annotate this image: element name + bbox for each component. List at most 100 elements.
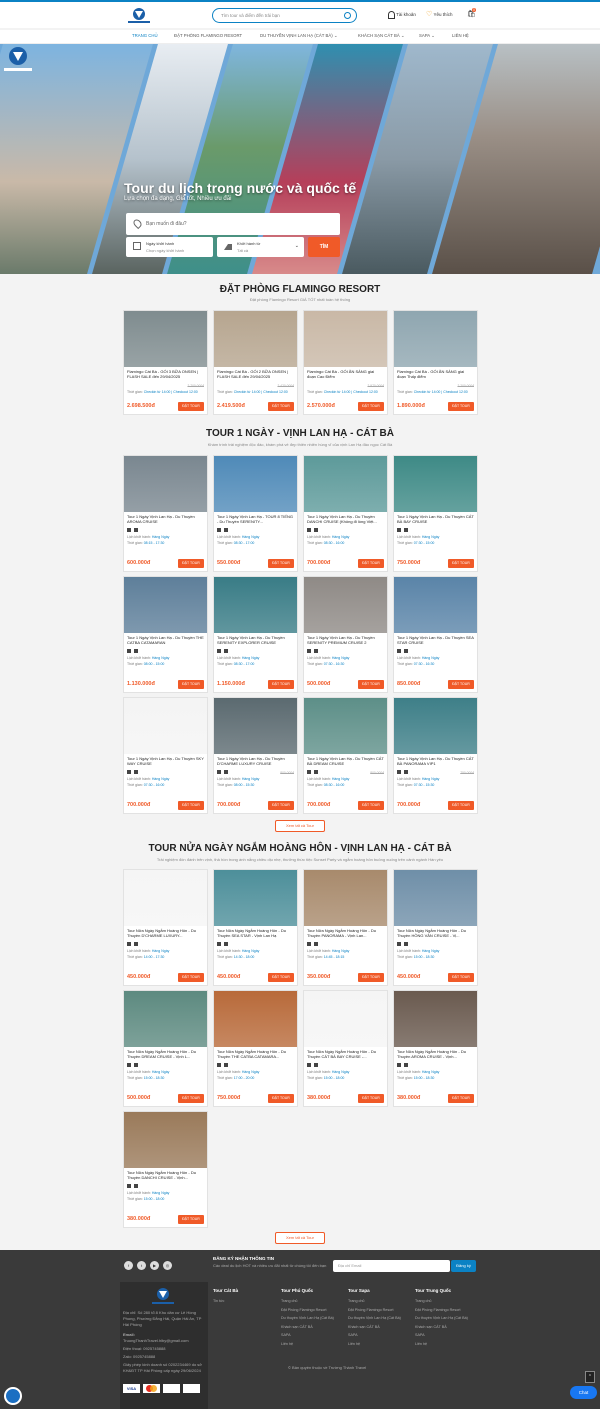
tour-card-title[interactable]: Tour Nửa Ngày Ngắm Hoàng Hôn - Du Thuyền… bbox=[214, 926, 297, 941]
footer-email-value[interactable]: TruongThanhTravel.hlby@gmail.com bbox=[123, 1338, 189, 1344]
tour-card-image[interactable] bbox=[394, 577, 477, 633]
tour-card-title[interactable]: Tour 1 Ngày Vịnh Lan Hạ - Du Thuyền SERE… bbox=[214, 633, 297, 648]
destination-input[interactable]: Bạn muốn đi đâu? bbox=[126, 213, 340, 235]
tour-card-title[interactable]: Tour 1 Ngày Vịnh Lan Hạ - Du Thuyền SKY … bbox=[124, 754, 207, 769]
tour-card-image[interactable] bbox=[394, 456, 477, 512]
book-tour-button[interactable]: ĐẶT TOUR bbox=[178, 1215, 204, 1224]
book-tour-button[interactable]: ĐẶT TOUR bbox=[268, 973, 294, 982]
tour-card[interactable]: Tour 1 Ngày Vịnh Lan Hạ - Du Thuyền DANC… bbox=[303, 455, 388, 572]
tour-card-image[interactable] bbox=[124, 456, 207, 512]
tour-card-image[interactable] bbox=[214, 991, 297, 1047]
book-tour-button[interactable]: ĐẶT TOUR bbox=[178, 559, 204, 568]
footer-link[interactable]: Du thuyền Vịnh Lan Hạ (Cát Bà) bbox=[281, 1316, 334, 1320]
book-tour-button[interactable]: ĐẶT TOUR bbox=[358, 801, 384, 810]
tour-card-image[interactable] bbox=[304, 311, 387, 367]
cart-button[interactable]: 🛍 0 bbox=[467, 8, 476, 20]
tour-card[interactable]: Tour Nửa Ngày Ngắm Hoàng Hôn - Du Thuyền… bbox=[123, 869, 208, 986]
tour-card-image[interactable] bbox=[394, 311, 477, 367]
tour-card[interactable]: Tour Nửa Ngày Ngắm Hoàng Hôn - Du Thuyền… bbox=[393, 869, 478, 986]
tour-card[interactable]: Tour 1 Ngày Vịnh Lan Hạ - Du Thuyền D'CH… bbox=[213, 697, 298, 814]
footer-link[interactable]: Liên hệ bbox=[281, 1342, 293, 1346]
tour-card-title[interactable]: Tour Nửa Ngày Ngắm Hoàng Hôn - Du Thuyền… bbox=[304, 926, 387, 941]
footer-link[interactable]: Tin tức bbox=[213, 1299, 224, 1303]
tour-card-title[interactable]: Tour Nửa Ngày Ngắm Hoàng Hôn - Du Thuyền… bbox=[304, 1047, 387, 1062]
footer-link[interactable]: SAPA bbox=[415, 1333, 425, 1337]
tour-card-image[interactable] bbox=[394, 991, 477, 1047]
view-all-sunset-tour-button[interactable]: Xem tất cả Tour bbox=[275, 1232, 325, 1244]
tour-card-title[interactable]: Flamingo Cát Bà - GÓI ĂN SÁNG giai đoạn … bbox=[394, 367, 477, 382]
instagram-icon[interactable]: ◎ bbox=[163, 1261, 172, 1270]
tour-card[interactable]: Tour 1 Ngày Vịnh Lan Hạ - Du Thuyền CÁT … bbox=[393, 697, 478, 814]
tour-card-title[interactable]: Tour Nửa Ngày Ngắm Hoàng Hôn - Du Thuyền… bbox=[124, 1047, 207, 1062]
book-tour-button[interactable]: ĐẶT TOUR bbox=[178, 1094, 204, 1103]
tour-card-image[interactable] bbox=[124, 311, 207, 367]
hero-search-button[interactable]: TÌM bbox=[308, 237, 340, 257]
footer-link[interactable]: Liên hệ bbox=[348, 1342, 360, 1346]
newsletter-email-input[interactable]: Địa chỉ Email bbox=[333, 1260, 450, 1272]
nav-flamingo[interactable]: ĐẶT PHÒNG FLAMINGO RESORT bbox=[174, 33, 242, 38]
book-tour-button[interactable]: ĐẶT TOUR bbox=[268, 1094, 294, 1103]
tour-card-image[interactable] bbox=[214, 577, 297, 633]
footer-column-heading[interactable]: Tour Cát Bà bbox=[213, 1288, 238, 1293]
footer-link[interactable]: Khách sạn CÁT BÀ bbox=[415, 1325, 447, 1329]
tour-card-image[interactable] bbox=[304, 698, 387, 754]
chat-button[interactable]: Chat bbox=[570, 1386, 597, 1399]
tour-card-image[interactable] bbox=[124, 1112, 207, 1168]
tour-card-title[interactable]: Tour 1 Ngày Vịnh Lan Hạ - Du Thuyền CÁT … bbox=[394, 754, 477, 769]
tour-card-image[interactable] bbox=[124, 698, 207, 754]
footer-link[interactable]: Liên hệ bbox=[415, 1342, 427, 1346]
footer-link[interactable]: Trang chủ bbox=[281, 1299, 297, 1303]
book-tour-button[interactable]: ĐẶT TOUR bbox=[268, 801, 294, 810]
tour-card-image[interactable] bbox=[214, 311, 297, 367]
footer-link[interactable]: Du thuyền Vịnh Lan Hạ (Cát Bà) bbox=[415, 1316, 468, 1320]
footer-column-heading[interactable]: Tour Phú Quốc bbox=[281, 1288, 313, 1293]
tour-card-title[interactable]: Tour 1 Ngày Vịnh Lan Hạ - Du Thuyền DANC… bbox=[304, 512, 387, 527]
tour-card-image[interactable] bbox=[304, 456, 387, 512]
book-tour-button[interactable]: ĐẶT TOUR bbox=[358, 1094, 384, 1103]
tour-card-image[interactable] bbox=[304, 577, 387, 633]
tour-card[interactable]: Tour 1 Ngày Vịnh Lan Hạ - Du Thuyền SEA … bbox=[393, 576, 478, 693]
tour-card-title[interactable]: Tour 1 Ngày Vịnh Lan Hạ - Du Thuyền THE … bbox=[124, 633, 207, 648]
nav-sapa[interactable]: SAPA ⌄ bbox=[419, 33, 435, 39]
search-input[interactable]: Tìm tour và điểm đến trải bạn bbox=[212, 8, 357, 23]
tour-card-title[interactable]: Tour 1 Ngày Vịnh Lan Hạ - Du Thuyền CÁT … bbox=[304, 754, 387, 769]
tour-card[interactable]: Tour Nửa Ngày Ngắm Hoàng Hôn - Du Thuyền… bbox=[303, 869, 388, 986]
book-tour-button[interactable]: ĐẶT TOUR bbox=[178, 801, 204, 810]
tour-card-title[interactable]: Tour 1 Ngày Vịnh Lan Hạ - Du Thuyền SERE… bbox=[304, 633, 387, 648]
tour-card-title[interactable]: Flamingo Cát Bà - GÓI 2 BỮA ONSEN | FLAS… bbox=[214, 367, 297, 382]
footer-link[interactable]: Đặt Phòng Flamingo Resort bbox=[415, 1308, 461, 1312]
footer-link[interactable]: Khách sạn CÁT BÀ bbox=[281, 1325, 313, 1329]
book-tour-button[interactable]: ĐẶT TOUR bbox=[178, 680, 204, 689]
date-picker[interactable]: Ngày khởi hành Chọn ngày khởi hành bbox=[126, 237, 213, 257]
tour-card-title[interactable]: Tour Nửa Ngày Ngắm Hoàng Hôn - Du Thuyền… bbox=[214, 1047, 297, 1062]
tour-card[interactable]: Flamingo Cát Bà - GÓI 3 BỮA ONSEN | FLAS… bbox=[123, 310, 208, 415]
tour-card[interactable]: Tour 1 Ngày Vịnh Lan Hạ - Du Thuyền AROM… bbox=[123, 455, 208, 572]
book-tour-button[interactable]: ĐẶT TOUR bbox=[448, 973, 474, 982]
tour-card-title[interactable]: Tour Nửa Ngày Ngắm Hoàng Hôn - Du Thuyền… bbox=[124, 926, 207, 941]
book-tour-button[interactable]: ĐẶT TOUR bbox=[358, 402, 384, 411]
book-tour-button[interactable]: ĐẶT TOUR bbox=[448, 1094, 474, 1103]
tour-card-image[interactable] bbox=[214, 456, 297, 512]
tour-card-title[interactable]: Tour 1 Ngày Vịnh Lan Hạ - Du Thuyền CÁT … bbox=[394, 512, 477, 527]
tour-card[interactable]: Tour Nửa Ngày Ngắm Hoàng Hôn - Du Thuyền… bbox=[123, 990, 208, 1107]
footer-link[interactable]: SAPA bbox=[281, 1333, 291, 1337]
newsletter-submit-button[interactable]: Đăng ký bbox=[451, 1260, 476, 1272]
footer-link[interactable]: SAPA bbox=[348, 1333, 358, 1337]
wishlist-link[interactable]: ♡ Yêu thích bbox=[426, 10, 452, 20]
tour-card[interactable]: Tour Nửa Ngày Ngắm Hoàng Hôn - Du Thuyền… bbox=[213, 990, 298, 1107]
tour-card[interactable]: Tour Nửa Ngày Ngắm Hoàng Hôn - Du Thuyền… bbox=[303, 990, 388, 1107]
book-tour-button[interactable]: ĐẶT TOUR bbox=[448, 559, 474, 568]
tour-card-image[interactable] bbox=[214, 870, 297, 926]
book-tour-button[interactable]: ĐẶT TOUR bbox=[358, 559, 384, 568]
tour-card[interactable]: Tour Nửa Ngày Ngắm Hoàng Hôn - Du Thuyền… bbox=[123, 1111, 208, 1228]
tour-card[interactable]: Tour 1 Ngày Vịnh Lan Hạ - TOUR 8 TIẾNG -… bbox=[213, 455, 298, 572]
tour-card[interactable]: Flamingo Cát Bà - GÓI ĂN SÁNG giai đoạn … bbox=[303, 310, 388, 415]
departure-select[interactable]: Khởi hành từ Tất cả ⌄ bbox=[217, 237, 304, 257]
tour-card[interactable]: Tour Nửa Ngày Ngắm Hoàng Hôn - Du Thuyền… bbox=[213, 869, 298, 986]
tour-card-image[interactable] bbox=[214, 698, 297, 754]
book-tour-button[interactable]: ĐẶT TOUR bbox=[268, 680, 294, 689]
tour-card-title[interactable]: Tour 1 Ngày Vịnh Lan Hạ - TOUR 8 TIẾNG -… bbox=[214, 512, 297, 527]
tour-card-title[interactable]: Flamingo Cát Bà - GÓI ĂN SÁNG giai đoạn … bbox=[304, 367, 387, 382]
tour-card-image[interactable] bbox=[304, 991, 387, 1047]
tour-card-image[interactable] bbox=[394, 870, 477, 926]
